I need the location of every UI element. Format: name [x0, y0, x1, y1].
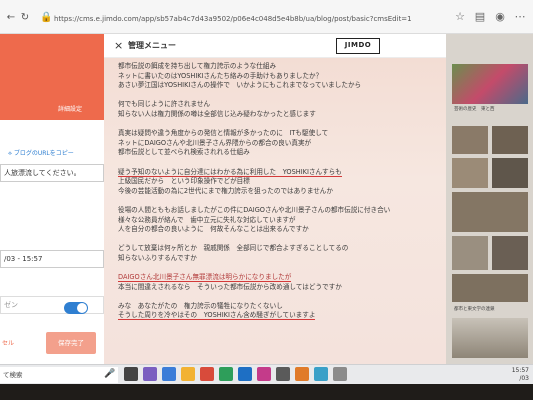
close-icon[interactable]: ×: [114, 39, 123, 53]
gallery-photo[interactable]: [452, 192, 528, 232]
taskbar-search-input[interactable]: て検索: [0, 367, 118, 383]
post-title-input[interactable]: 人旅漂流してください。: [0, 164, 104, 182]
screen: ← ↻ 🔒 https://cms.e.jimdo.com/app/sb57ab…: [0, 0, 533, 384]
menu-title: 管理メニュー: [128, 41, 176, 50]
category-select[interactable]: ゼン: [0, 296, 104, 314]
article-line: 何でも同じように許されません: [118, 100, 211, 109]
gallery-photo[interactable]: [492, 126, 528, 154]
article-line: [118, 91, 438, 101]
url-field[interactable]: https://cms.e.jimdo.com/app/sb57ab4c7d43…: [54, 11, 454, 27]
cancel-button[interactable]: セル: [0, 334, 36, 354]
gallery-photo[interactable]: [452, 318, 528, 358]
explorer-icon[interactable]: [181, 367, 195, 381]
article-line: 今後の芸能活動の為に2世代にまで権力誇示を狙ったのではありませんか: [118, 186, 333, 195]
star-icon[interactable]: ☆: [453, 10, 467, 24]
article-line: 知らないふりするんですか: [118, 253, 197, 262]
app-icon[interactable]: [143, 367, 157, 381]
edge-icon[interactable]: [162, 367, 176, 381]
app-icon[interactable]: [219, 367, 233, 381]
clock-date: /03: [519, 375, 529, 382]
article-line: [118, 263, 438, 273]
article-line: 様々な公務員が絡んで 歯中立元に失礼な対応していますが: [118, 215, 296, 224]
app-icon[interactable]: [200, 367, 214, 381]
flower-photo[interactable]: [452, 64, 528, 104]
blog-edit-panel: 詳細設定 ⟡ ブログのURLをコピー 人旅漂流してください。 /03 - 15:…: [0, 34, 104, 364]
article-line: 知らない人は権力関係の噂は全部信じ込み疑わなかったと感じます: [118, 109, 316, 118]
clock-time: 15:57: [511, 367, 529, 374]
photo-caption: 都市と東文学の連鎖: [454, 307, 495, 312]
app-icon[interactable]: [295, 367, 309, 381]
article-text[interactable]: 都市伝説の餌成を持ち出して権力誇示のような仕組み ネットに書いたのはYOSHIKI…: [118, 62, 438, 321]
app-icon[interactable]: [333, 367, 347, 381]
publish-toggle[interactable]: [64, 302, 88, 314]
gallery-photo[interactable]: [452, 126, 488, 154]
monitor-bottom-bezel: [0, 384, 533, 400]
gallery-photo[interactable]: [492, 158, 528, 188]
jimdo-logo: JIMDO: [336, 38, 380, 54]
microphone-icon[interactable]: 🎤: [104, 369, 115, 379]
article-line: 人を自分の都合の良いように 何故そんなことは出来るんですか: [118, 225, 309, 234]
article-line: どうして放棄は何ヶ所とか 親戚関係 全部同じで都合よすぎることしてるの: [118, 244, 349, 253]
article-line: 都市伝説の餌成を持ち出して権力誇示のような仕組み: [118, 62, 277, 70]
gallery-photo[interactable]: [452, 274, 528, 302]
app-icon[interactable]: [257, 367, 271, 381]
copy-blog-url-label: ブログのURLをコピー: [13, 150, 74, 157]
article-line: 都市伝説として並べられ検索されれる仕組み: [118, 148, 250, 157]
browser-address-bar: ← ↻ 🔒 https://cms.e.jimdo.com/app/sb57ab…: [0, 0, 533, 34]
post-date-input[interactable]: /03 - 15:57: [0, 250, 104, 268]
gallery-photo[interactable]: [452, 236, 488, 270]
more-icon[interactable]: ⋯: [513, 10, 527, 24]
article-line: そうした周りを冷やはその YOSHIKIさん含め騒ぎがしていますよ: [118, 311, 316, 321]
copy-blog-url-link[interactable]: ⟡ ブログのURLをコピー: [8, 148, 74, 158]
app-icon[interactable]: [314, 367, 328, 381]
article-line: ネットに書いたのはYOSHIKIさんたち絡みの手助けもありましたか？: [118, 71, 323, 80]
task-view-icon[interactable]: [124, 367, 138, 381]
profile-icon[interactable]: ◉: [493, 10, 507, 24]
taskbar-apps: [124, 367, 347, 383]
collections-icon[interactable]: ▤: [473, 10, 487, 24]
article-line: [118, 196, 438, 206]
article-line: ネットにDAIGOさんや北川景子さん界隈からの都合の良い真実が: [118, 138, 312, 147]
article-line: [118, 158, 438, 168]
article-line: [118, 120, 438, 130]
save-button[interactable]: 保存完了: [46, 332, 96, 354]
article-line: 真実は疑問や違う角度からの発信と情報が多かったのに ITも駆使して: [118, 129, 329, 138]
article-line: [118, 292, 438, 302]
article-line: 本当に間違えされるなら そういった都市伝説から改め通してはどうですか: [118, 282, 342, 291]
gallery-photo[interactable]: [492, 236, 528, 270]
article-line: 役場の人間とももお話しましたがこの件にDAIGOさんや北川景子さんの都市伝説に付…: [118, 205, 391, 214]
photo-caption: 芸術の歴史 東と西: [454, 107, 495, 112]
article-line: みな あなたがたの 権力誇示の犠牲になりたくないし: [118, 301, 283, 310]
article-line: 疑う予知のないように自分達にはわかる為に利用した YOSHIKIさんすらも: [118, 167, 342, 177]
article-line: DAIGOさん北川景子さん無罪漂流は明らかになりましたが: [118, 273, 292, 283]
article-line: [118, 235, 438, 245]
article-line: あさい夢江国はYOSHIKIさんの操作で いかようにもこれまでなっていましたから: [118, 81, 362, 90]
system-clock[interactable]: 15:57 /03: [512, 367, 529, 383]
advanced-settings-link[interactable]: 詳細設定: [58, 104, 82, 113]
management-menu-bar: × 管理メニュー JIMDO: [104, 34, 446, 58]
photo-sidebar: 芸術の歴史 東と西 都市と東文学の連鎖: [446, 34, 533, 364]
browser-toolbar: ☆ ▤ ◉ ⋯: [453, 8, 527, 26]
back-icon[interactable]: ←: [6, 13, 16, 23]
app-icon[interactable]: [238, 367, 252, 381]
refresh-icon[interactable]: ↻: [20, 13, 30, 23]
windows-taskbar: て検索 🎤 15:57 /03: [0, 364, 533, 384]
app-icon[interactable]: [276, 367, 290, 381]
lock-icon: 🔒: [40, 12, 53, 23]
panel-header: 詳細設定: [0, 34, 104, 120]
toggle-knob: [77, 303, 87, 313]
gallery-photo[interactable]: [452, 158, 488, 188]
article-line: 上級国民だから という印象操作でどが目標: [118, 177, 250, 186]
blog-post-content: 都市伝説の餌成を持ち出して権力誇示のような仕組み ネットに書いたのはYOSHIKI…: [104, 58, 446, 364]
